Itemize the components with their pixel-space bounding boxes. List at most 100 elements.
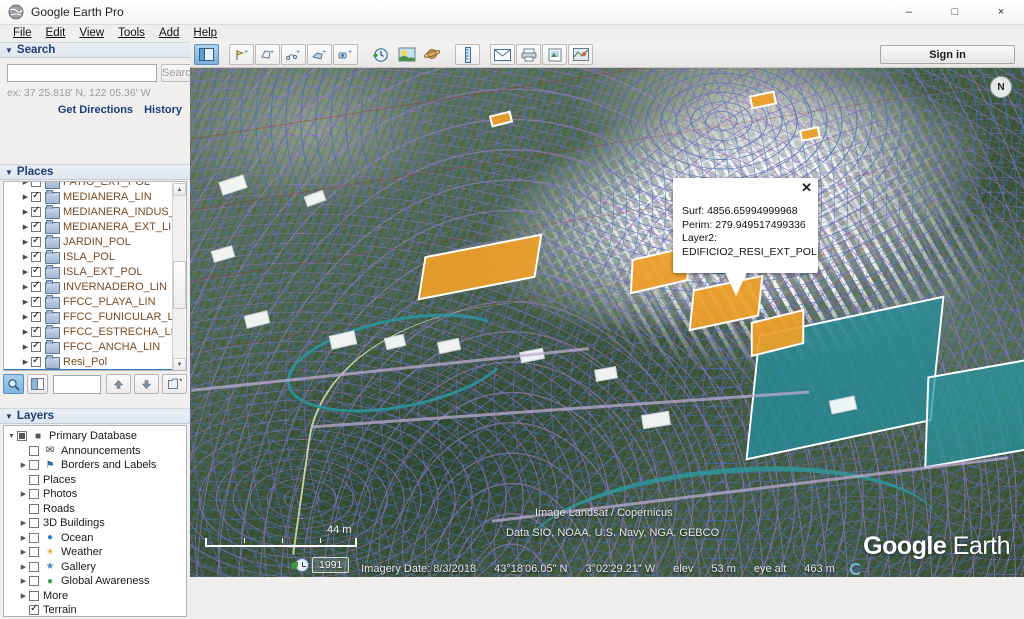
close-icon[interactable]: ✕ [801, 181, 812, 194]
layers-panel-header[interactable]: ▼ Layers [0, 408, 190, 424]
places-item-checkbox[interactable] [31, 190, 41, 202]
layers-item-photos[interactable]: ▶ Photos [4, 487, 186, 502]
places-view-toggle-button[interactable] [27, 374, 49, 394]
add-polygon-icon[interactable]: + [255, 44, 280, 65]
print-icon[interactable] [516, 44, 541, 65]
map-area[interactable]: + + + + + Sign in N ✕ Surf: 4856.6599499… [190, 42, 1024, 577]
menu-file[interactable]: File [6, 25, 39, 42]
layers-item-places[interactable]: Places [4, 473, 186, 488]
email-icon[interactable] [490, 44, 515, 65]
places-item-invernadero_lin[interactable]: ▶ INVERNADERO_LIN [4, 279, 174, 294]
layers-item-checkbox[interactable] [29, 518, 39, 529]
places-search-button[interactable] [3, 374, 25, 394]
places-item-checkbox[interactable] [31, 340, 41, 352]
places-item-checkbox[interactable] [31, 355, 41, 367]
expand-arrow-icon[interactable]: ▶ [18, 577, 29, 585]
expand-arrow-icon[interactable]: ▶ [20, 298, 31, 306]
places-item-checkbox[interactable] [31, 235, 41, 247]
save-image-icon[interactable] [542, 44, 567, 65]
expand-arrow-icon[interactable]: ▶ [20, 268, 31, 276]
places-item-medianera_ext_lin[interactable]: ▶ MEDIANERA_EXT_LIN [4, 219, 174, 234]
add-path-icon[interactable]: + [281, 44, 306, 65]
scroll-thumb[interactable] [173, 261, 186, 309]
expand-arrow-icon[interactable]: ▶ [18, 534, 29, 542]
record-tour-icon[interactable]: + [333, 44, 358, 65]
expand-arrow-icon[interactable]: ▶ [20, 328, 31, 336]
toggle-sidebar-icon[interactable] [194, 44, 219, 65]
compass-icon[interactable]: N [990, 76, 1012, 98]
expand-arrow-icon[interactable]: ▶ [20, 208, 31, 216]
menu-help[interactable]: Help [186, 25, 224, 42]
places-item-checkbox[interactable] [31, 295, 41, 307]
planets-icon[interactable] [420, 44, 445, 65]
layers-item-announcements[interactable]: ✉ Announcements [4, 444, 186, 459]
places-item-ffcc_ancha_lin[interactable]: ▶ FFCC_ANCHA_LIN [4, 339, 174, 354]
places-item-checkbox[interactable] [31, 280, 41, 292]
layers-item-primary-database[interactable]: ▼ ■ Primary Database [4, 429, 186, 444]
historical-imagery-icon[interactable] [368, 44, 393, 65]
expand-arrow-icon[interactable]: ▶ [20, 343, 31, 351]
places-item-resi_ext[interactable]: ▶Resi_Ext [4, 369, 174, 370]
sign-in-button[interactable]: Sign in [880, 45, 1015, 64]
places-item-patio_ext_pol[interactable]: ▶ PATIO_EXT_POL [4, 182, 174, 189]
expand-arrow-icon[interactable]: ▼ [6, 433, 17, 440]
places-item-ffcc_funicular_lin[interactable]: ▶ FFCC_FUNICULAR_LIN [4, 309, 174, 324]
places-item-ffcc_estrecha_lin[interactable]: ▶ FFCC_ESTRECHA_LIN [4, 324, 174, 339]
expand-arrow-icon[interactable]: ▶ [20, 223, 31, 231]
layers-item-checkbox[interactable] [29, 576, 39, 587]
menu-edit[interactable]: Edit [39, 25, 73, 42]
layers-item-checkbox[interactable] [29, 532, 39, 543]
scroll-down-button[interactable]: ▼ [173, 358, 186, 370]
places-item-medianera_indus_lin[interactable]: ▶ MEDIANERA_INDUS_LIN [4, 204, 174, 219]
places-item-isla_ext_pol[interactable]: ▶ ISLA_EXT_POL [4, 264, 174, 279]
maximize-button[interactable]: □ [932, 0, 978, 25]
menu-view[interactable]: View [72, 25, 111, 42]
expand-arrow-icon[interactable]: ▶ [20, 253, 31, 261]
expand-arrow-icon[interactable]: ▶ [18, 519, 29, 527]
scroll-up-button[interactable]: ▲ [173, 183, 186, 196]
layers-item-checkbox[interactable] [17, 431, 27, 442]
places-scrollbar[interactable]: ▲ ▼ [172, 183, 186, 370]
expand-arrow-icon[interactable]: ▶ [20, 283, 31, 291]
places-item-resi_pol[interactable]: ▶ Resi_Pol [4, 354, 174, 369]
history-link[interactable]: History [144, 104, 182, 116]
layers-item-checkbox[interactable] [29, 445, 39, 456]
new-folder-button[interactable] [162, 374, 188, 394]
expand-arrow-icon[interactable]: ▶ [18, 548, 29, 556]
expand-arrow-icon[interactable]: ▶ [20, 238, 31, 246]
layers-item-checkbox[interactable] [29, 474, 39, 485]
layers-item-global-awareness[interactable]: ▶ ● Global Awareness [4, 574, 186, 589]
move-down-button[interactable] [134, 374, 160, 394]
expand-arrow-icon[interactable]: ▶ [20, 193, 31, 201]
layers-item-ocean[interactable]: ▶ ● Ocean [4, 531, 186, 546]
places-item-checkbox[interactable] [31, 250, 41, 262]
search-input[interactable] [7, 64, 157, 82]
view-in-maps-icon[interactable] [568, 44, 593, 65]
places-item-jardin_pol[interactable]: ▶ JARDIN_POL [4, 234, 174, 249]
places-item-medianera_lin[interactable]: ▶ MEDIANERA_LIN [4, 189, 174, 204]
layers-item-checkbox[interactable] [29, 503, 39, 514]
places-item-checkbox[interactable] [31, 220, 41, 232]
expand-arrow-icon[interactable]: ▶ [20, 313, 31, 321]
menu-tools[interactable]: Tools [111, 25, 152, 42]
layers-item-checkbox[interactable] [29, 547, 39, 558]
search-panel-header[interactable]: ▼ Search [0, 42, 190, 58]
places-item-checkbox[interactable] [31, 325, 41, 337]
expand-arrow-icon[interactable]: ▶ [18, 490, 29, 498]
layers-item-more[interactable]: ▶ More [4, 589, 186, 604]
layers-item-gallery[interactable]: ▶ ★ Gallery [4, 560, 186, 575]
expand-arrow-icon[interactable]: ▶ [18, 592, 29, 600]
places-item-isla_pol[interactable]: ▶ ISLA_POL [4, 249, 174, 264]
layers-item-roads[interactable]: Roads [4, 502, 186, 517]
places-item-ffcc_playa_lin[interactable]: ▶ FFCC_PLAYA_LIN [4, 294, 174, 309]
layers-item-checkbox[interactable] [29, 561, 39, 572]
map-canvas[interactable]: N ✕ Surf: 4856.65994999968 Perim: 279.94… [190, 68, 1024, 577]
get-directions-link[interactable]: Get Directions [58, 104, 133, 116]
layers-item-terrain[interactable]: Terrain [4, 603, 186, 616]
ruler-icon[interactable] [455, 44, 480, 65]
layers-item-checkbox[interactable] [29, 590, 39, 601]
places-tree[interactable]: ▶ PATIO_EXT_POL ▶ MEDIANERA_LIN ▶ MEDIANERA_I… [3, 181, 187, 371]
places-item-checkbox[interactable] [31, 310, 41, 322]
places-panel-header[interactable]: ▼ Places [0, 164, 190, 180]
add-image-overlay-icon[interactable]: + [307, 44, 332, 65]
